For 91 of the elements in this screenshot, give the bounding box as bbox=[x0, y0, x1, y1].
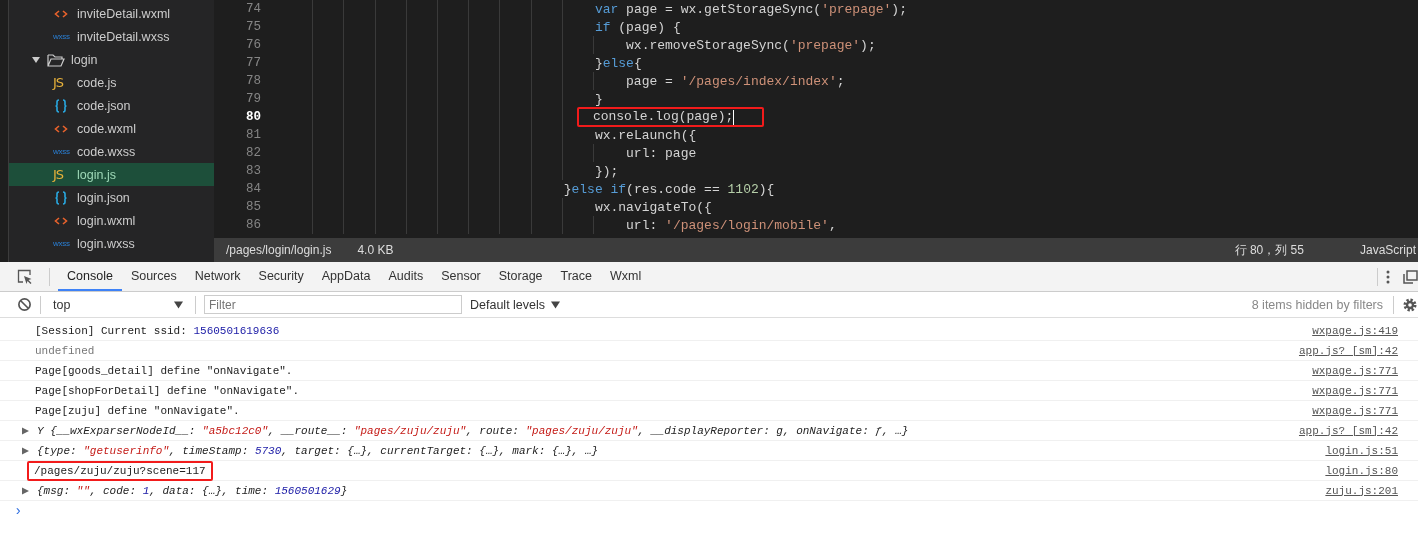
context-selector[interactable]: top bbox=[49, 297, 187, 312]
console-message: {type: "getuserinfo", timeStamp: 5730, target: {…}, currentTarget: {…}, mark: {…}, …} bbox=[36, 443, 600, 459]
braces-icon bbox=[53, 190, 69, 205]
code-line: }else if(res.code == 1102){ bbox=[562, 180, 776, 199]
log-levels-dropdown[interactable]: Default levels bbox=[470, 297, 561, 312]
code-line: }else{ bbox=[593, 54, 643, 73]
expand-triangle-icon[interactable] bbox=[22, 446, 29, 455]
file-tree-item[interactable]: login.wxml bbox=[9, 209, 214, 232]
language-mode[interactable]: JavaScript bbox=[1359, 243, 1416, 257]
line-number: 75 bbox=[245, 20, 261, 34]
expand-triangle-icon[interactable] bbox=[22, 486, 29, 495]
file-tree-item[interactable]: login bbox=[9, 48, 214, 71]
line-number: 77 bbox=[245, 56, 261, 70]
source-link[interactable]: zuju.js:201 bbox=[1325, 484, 1398, 497]
code-line: }); bbox=[593, 162, 620, 181]
line-number: 80 bbox=[245, 110, 261, 124]
stylesheet-file-icon: wxss bbox=[53, 147, 69, 156]
clear-console-icon[interactable] bbox=[17, 297, 32, 312]
code-line: wx.removeStorageSync('prepage'); bbox=[625, 36, 877, 55]
filter-field[interactable]: Filter bbox=[204, 295, 462, 314]
file-tree-item[interactable]: inviteDetail.wxml bbox=[9, 2, 214, 25]
line-number: 85 bbox=[245, 200, 261, 214]
devtools-tab[interactable]: Sensor bbox=[432, 262, 490, 291]
dropdown-arrow-icon bbox=[551, 300, 561, 309]
line-number: 83 bbox=[245, 164, 261, 178]
line-number: 78 bbox=[245, 74, 261, 88]
code-line: var page = wx.getStorageSync('prepage'); bbox=[593, 0, 908, 19]
code-line: if (page) { bbox=[593, 18, 682, 37]
devtools-tab[interactable]: AppData bbox=[312, 262, 380, 291]
code-line: url: '/pages/login/mobile', bbox=[625, 216, 838, 235]
inspect-element-icon[interactable] bbox=[17, 268, 33, 285]
code-line: url: page bbox=[625, 144, 698, 163]
line-number: 81 bbox=[245, 128, 261, 142]
dropdown-arrow-icon bbox=[174, 300, 183, 309]
console-message: Page[zuju] define "onNavigate". bbox=[34, 403, 241, 419]
more-options-icon[interactable] bbox=[1386, 268, 1390, 285]
file-tree-item[interactable]: JS login.js bbox=[9, 163, 214, 186]
console-message: Page[shopForDetail] define "onNavigate". bbox=[34, 383, 301, 399]
line-number: 82 bbox=[245, 146, 261, 160]
devtools-tab[interactable]: Audits bbox=[379, 262, 433, 291]
console-prompt[interactable]: › bbox=[0, 501, 24, 521]
cursor-position: 行 80，列 55 bbox=[1234, 241, 1304, 259]
file-size: 4.0 KB bbox=[357, 243, 394, 257]
source-link[interactable]: login.js:51 bbox=[1325, 444, 1398, 457]
code-line: page = '/pages/index/index'; bbox=[625, 72, 846, 91]
source-link[interactable]: wxpage.js:419 bbox=[1312, 324, 1398, 337]
devtools-tab[interactable]: Storage bbox=[489, 262, 552, 291]
undock-icon[interactable] bbox=[1402, 268, 1418, 285]
js-file-icon: JS bbox=[53, 167, 69, 182]
folder-icon bbox=[47, 52, 65, 67]
settings-icon[interactable] bbox=[1402, 296, 1418, 313]
console-message: undefined bbox=[34, 343, 96, 359]
file-tree-item[interactable]: wxss login.wxss bbox=[9, 232, 214, 255]
code-line: wx.reLaunch({ bbox=[593, 126, 698, 145]
source-link[interactable]: app.js? [sm]:42 bbox=[1298, 424, 1398, 437]
devtools-tab[interactable]: Sources bbox=[121, 262, 186, 291]
devtools-tab[interactable]: Security bbox=[249, 262, 313, 291]
source-link[interactable]: wxpage.js:771 bbox=[1312, 364, 1398, 377]
js-file-icon: JS bbox=[53, 75, 69, 90]
expand-triangle-icon[interactable] bbox=[22, 426, 29, 435]
file-tree-item[interactable]: wxss inviteDetail.wxss bbox=[9, 25, 214, 48]
console-message: Y {__wxExparserNodeId__: "a5bc12c0", __route__: "pages/zuju/zuju", route: "pages/zuju/zuju", __displayReporter: g, onNavigate: ƒ, …} bbox=[36, 423, 910, 439]
file-tree-item[interactable]: wxss code.wxss bbox=[9, 140, 214, 163]
stylesheet-file-icon: wxss bbox=[53, 32, 69, 41]
source-link[interactable]: wxpage.js:771 bbox=[1312, 404, 1398, 417]
file-tree-item[interactable]: JS code.js bbox=[9, 71, 214, 94]
line-number: 79 bbox=[245, 92, 261, 106]
console-message: {msg: "", code: 1, data: {…}, time: 1560501629} bbox=[36, 483, 349, 499]
source-link[interactable]: login.js:80 bbox=[1325, 464, 1398, 477]
console-message: Page[goods_detail] define "onNavigate". bbox=[34, 363, 294, 379]
devtools-tab[interactable]: Wxml bbox=[601, 262, 651, 291]
source-link[interactable]: app.js? [sm]:42 bbox=[1298, 344, 1398, 357]
line-number: 86 bbox=[245, 218, 261, 232]
console-message: /pages/zuju/zuju?scene=117 bbox=[27, 460, 213, 481]
devtools-tab[interactable]: Console bbox=[58, 262, 122, 291]
line-number: 76 bbox=[245, 38, 261, 52]
stylesheet-file-icon: wxss bbox=[53, 239, 69, 248]
devtools-tab[interactable]: Trace bbox=[551, 262, 602, 291]
code-line: wx.navigateTo({ bbox=[593, 198, 713, 217]
line-number: 74 bbox=[245, 2, 261, 16]
file-tree-item[interactable]: code.wxml bbox=[9, 117, 214, 140]
braces-icon bbox=[53, 98, 69, 113]
console-message: [Session] Current ssid: 1560501619636 bbox=[34, 323, 281, 339]
source-link[interactable]: wxpage.js:771 bbox=[1312, 384, 1398, 397]
line-number: 84 bbox=[245, 182, 261, 196]
devtools-tab[interactable]: Network bbox=[185, 262, 250, 291]
file-tree-item[interactable]: code.json bbox=[9, 94, 214, 117]
file-tree-item[interactable]: login.json bbox=[9, 186, 214, 209]
code-line: } bbox=[593, 90, 604, 109]
hidden-items-count: 8 items hidden by filters bbox=[1251, 297, 1383, 312]
file-path: /pages/login/login.js bbox=[226, 243, 332, 257]
